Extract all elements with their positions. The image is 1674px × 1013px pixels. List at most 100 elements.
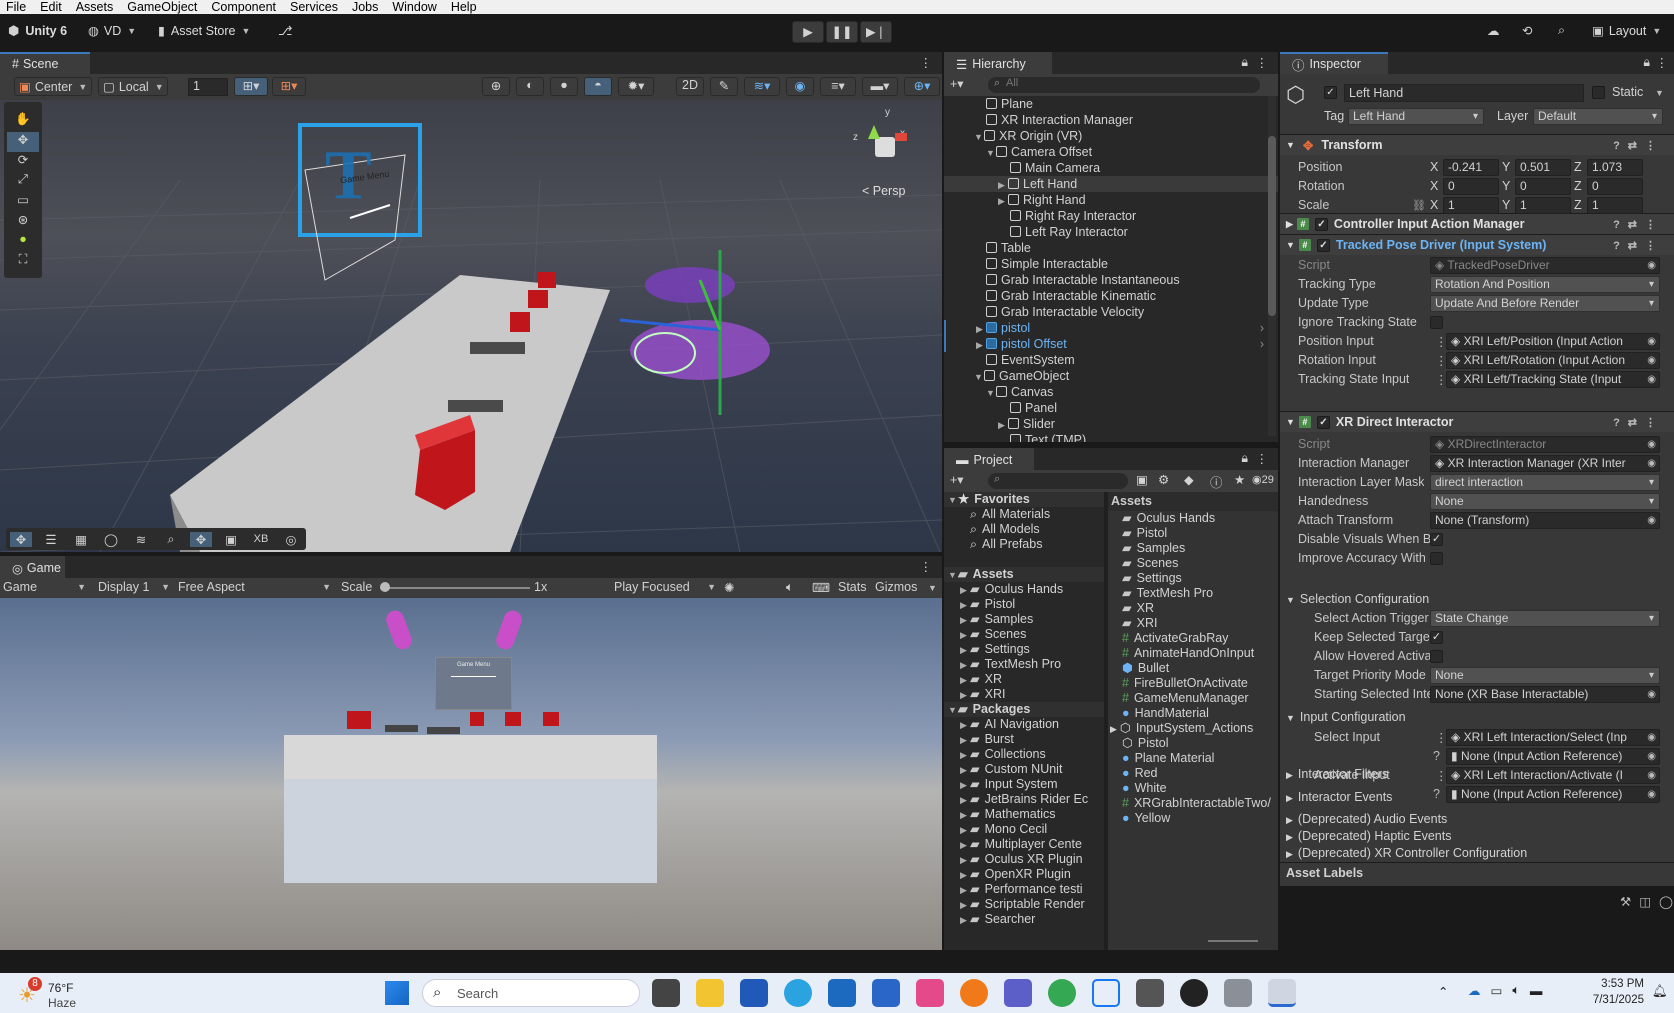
audio-toggle[interactable]: ≋▾ bbox=[744, 77, 780, 96]
active-checkbox[interactable]: ✓ bbox=[1324, 86, 1337, 99]
project-folder-item[interactable]: ▶ ▰ OpenXR Plugin bbox=[944, 867, 1104, 882]
search-by-type-icon[interactable]: ▣ bbox=[1136, 472, 1148, 487]
collapsed-arrow-icon[interactable]: ▶ bbox=[960, 598, 970, 613]
help-icon[interactable]: ? bbox=[1433, 787, 1440, 801]
pause-button[interactable]: ❚❚ bbox=[826, 21, 858, 43]
axis-x-label[interactable]: X bbox=[1430, 160, 1438, 174]
hierarchy-item[interactable]: ▶ Right Hand bbox=[944, 192, 1278, 208]
hierarchy-scrollbar[interactable] bbox=[1268, 96, 1276, 436]
shading-solid-button[interactable]: ● bbox=[550, 77, 578, 96]
expanded-arrow-icon[interactable]: ▼ bbox=[948, 493, 958, 508]
project-asset-item[interactable]: ● HandMaterial bbox=[1108, 706, 1278, 721]
hierarchy-item[interactable]: ▼ Camera Offset bbox=[944, 144, 1278, 160]
property-object-field[interactable]: ◈ XR Interaction Manager (XR Inter bbox=[1430, 454, 1660, 472]
hierarchy-item[interactable]: EventSystem bbox=[944, 352, 1278, 368]
scale-slider-thumb[interactable] bbox=[380, 582, 390, 592]
prefab-open-icon[interactable]: › bbox=[1260, 336, 1264, 352]
orientation-gizmo[interactable]: y x z bbox=[850, 105, 930, 180]
game-mode-dropdown[interactable]: Game ▼ bbox=[3, 580, 86, 594]
collapsed-arrow-icon[interactable]: ▶ bbox=[998, 177, 1008, 193]
project-folder-item[interactable]: ▶ ▰ Pistol bbox=[944, 597, 1104, 612]
hierarchy-item[interactable]: Right Ray Interactor bbox=[944, 208, 1278, 224]
axis-z-label[interactable]: Z bbox=[1574, 198, 1582, 212]
collapsed-foldout[interactable]: ▶ Interactor Filters bbox=[1286, 767, 1388, 781]
project-folder-item[interactable]: ▶ ▰ TextMesh Pro bbox=[944, 657, 1104, 672]
property-object-field[interactable]: ◈ XRDirectInteractor bbox=[1430, 435, 1660, 453]
collapsed-arrow-icon[interactable]: ▶ bbox=[960, 838, 970, 853]
overlay-pivot-icon[interactable]: ✥ bbox=[190, 531, 212, 547]
hand-tool[interactable]: ✋ bbox=[7, 112, 39, 132]
hierarchy-item[interactable]: ▶ Left Hand bbox=[944, 176, 1278, 192]
account-dropdown[interactable]: ◍ VD ▼ bbox=[88, 23, 136, 39]
2d-toggle[interactable]: 2D bbox=[676, 77, 704, 96]
project-folder-item[interactable]: ▶ ▰ XRI bbox=[944, 687, 1104, 702]
task-view-icon[interactable] bbox=[652, 979, 680, 1007]
axis-y-label[interactable]: Y bbox=[1502, 179, 1510, 193]
project-folder-item[interactable]: ▶ ▰ Mono Cecil bbox=[944, 822, 1104, 837]
expanded-arrow-icon[interactable]: ▼ bbox=[948, 703, 958, 718]
property-checkbox[interactable]: ✓ bbox=[1430, 532, 1443, 546]
scale-z-input[interactable]: 1 bbox=[1587, 196, 1643, 214]
tab-inspector[interactable]: ⓘ Inspector bbox=[1280, 52, 1388, 74]
property-checkbox[interactable]: ✓ bbox=[1430, 630, 1443, 644]
project-asset-item[interactable]: ▶ ⬡ InputSystem_Actions bbox=[1108, 721, 1278, 736]
bone-tool[interactable]: ⛶ bbox=[7, 252, 39, 272]
property-object-field[interactable]: ◈ XRI Left/Rotation (Input Action bbox=[1446, 351, 1660, 369]
step-button[interactable]: ▶❘ bbox=[860, 21, 892, 43]
collapsed-arrow-icon[interactable]: ▶ bbox=[960, 628, 970, 643]
component-menu-icons[interactable]: ?⇄⋮ bbox=[1613, 416, 1664, 429]
select-input-ref-field[interactable]: ▮ None (Input Action Reference) bbox=[1446, 747, 1660, 765]
project-folder-item[interactable]: ▶ ▰ Input System bbox=[944, 777, 1104, 792]
collapsed-arrow-icon[interactable]: ▶ bbox=[976, 321, 986, 337]
collapsed-foldout[interactable]: ▶ Interactor Events bbox=[1286, 790, 1392, 804]
project-asset-item[interactable]: ● Yellow bbox=[1108, 811, 1278, 826]
gizmos-button[interactable]: Gizmos bbox=[875, 580, 917, 594]
chevron-up-icon[interactable]: ⌃ bbox=[1438, 984, 1448, 999]
lock-icon[interactable]: 🔒︎ bbox=[1643, 55, 1650, 70]
project-folder-item[interactable]: ▶ ▰ Performance testi bbox=[944, 882, 1104, 897]
hierarchy-item[interactable]: Main Camera bbox=[944, 160, 1278, 176]
scale-x-input[interactable]: 1 bbox=[1443, 196, 1499, 214]
defender-icon[interactable] bbox=[872, 979, 900, 1007]
asset-store-dropdown[interactable]: ▮ Asset Store ▼ bbox=[158, 23, 250, 39]
overlay-camera-icon[interactable]: ▣ bbox=[220, 532, 242, 547]
property-checkbox[interactable] bbox=[1430, 649, 1443, 663]
search-icon[interactable]: ⌕ bbox=[1558, 23, 1565, 38]
project-asset-item[interactable]: ▰ XR bbox=[1108, 601, 1278, 616]
rotate-tool[interactable]: ⟳ bbox=[7, 152, 39, 172]
overlay-align-icon[interactable]: ☰ bbox=[40, 532, 62, 547]
property-object-field[interactable]: None (XR Base Interactable) bbox=[1430, 685, 1660, 703]
hidden-count[interactable]: ◉29 bbox=[1252, 473, 1274, 486]
menu-item-help[interactable]: Help bbox=[451, 0, 477, 14]
star-icon[interactable]: ★ bbox=[1234, 472, 1245, 487]
start-button[interactable] bbox=[385, 981, 409, 1005]
store-icon[interactable] bbox=[740, 979, 768, 1007]
cloud-icon[interactable]: ☁ bbox=[1487, 23, 1500, 38]
chevron-down-icon[interactable]: ▼ bbox=[1655, 88, 1664, 98]
project-folder-item[interactable]: ▶ ▰ Searcher bbox=[944, 912, 1104, 927]
select-input-field[interactable]: ◈ XRI Left Interaction/Select (Inp bbox=[1446, 728, 1660, 746]
asset-labels-header[interactable]: Asset Labels bbox=[1286, 866, 1363, 880]
add-button[interactable]: +▾ bbox=[950, 472, 964, 487]
media-player-icon[interactable] bbox=[1180, 979, 1208, 1007]
history-icon[interactable]: ⟲ bbox=[1522, 23, 1532, 38]
activate-input-ref-field[interactable]: ▮ None (Input Action Reference) bbox=[1446, 785, 1660, 803]
display-dropdown[interactable]: Display 1 ▼ bbox=[98, 580, 170, 594]
activate-input-field[interactable]: ◈ XRI Left Interaction/Activate (I bbox=[1446, 766, 1660, 784]
teams-icon[interactable] bbox=[1004, 979, 1032, 1007]
hierarchy-search-input[interactable]: All bbox=[988, 77, 1260, 93]
collapsed-foldout[interactable]: ▶ (Deprecated) Audio Events bbox=[1286, 812, 1447, 826]
position-z-input[interactable]: 1.073 bbox=[1587, 158, 1643, 176]
hierarchy-item[interactable]: Simple Interactable bbox=[944, 256, 1278, 272]
collapsed-arrow-icon[interactable]: ▶ bbox=[960, 778, 970, 793]
move-tool[interactable]: ✥ bbox=[7, 132, 39, 152]
collapsed-arrow-icon[interactable]: ▶ bbox=[960, 793, 970, 808]
play-focused-dropdown[interactable]: Play Focused ▼ bbox=[614, 580, 716, 594]
game-viewport[interactable]: Game Menu bbox=[0, 598, 942, 950]
tab-game[interactable]: ◎ Game bbox=[0, 556, 65, 578]
hierarchy-item[interactable]: Grab Interactable Kinematic bbox=[944, 288, 1278, 304]
property-dropdown[interactable]: None bbox=[1430, 492, 1660, 510]
hierarchy-item[interactable]: ▶ Slider bbox=[944, 416, 1278, 432]
expanded-arrow-icon[interactable]: ▼ bbox=[974, 129, 984, 145]
expanded-arrow-icon[interactable]: ▼ bbox=[986, 385, 996, 401]
